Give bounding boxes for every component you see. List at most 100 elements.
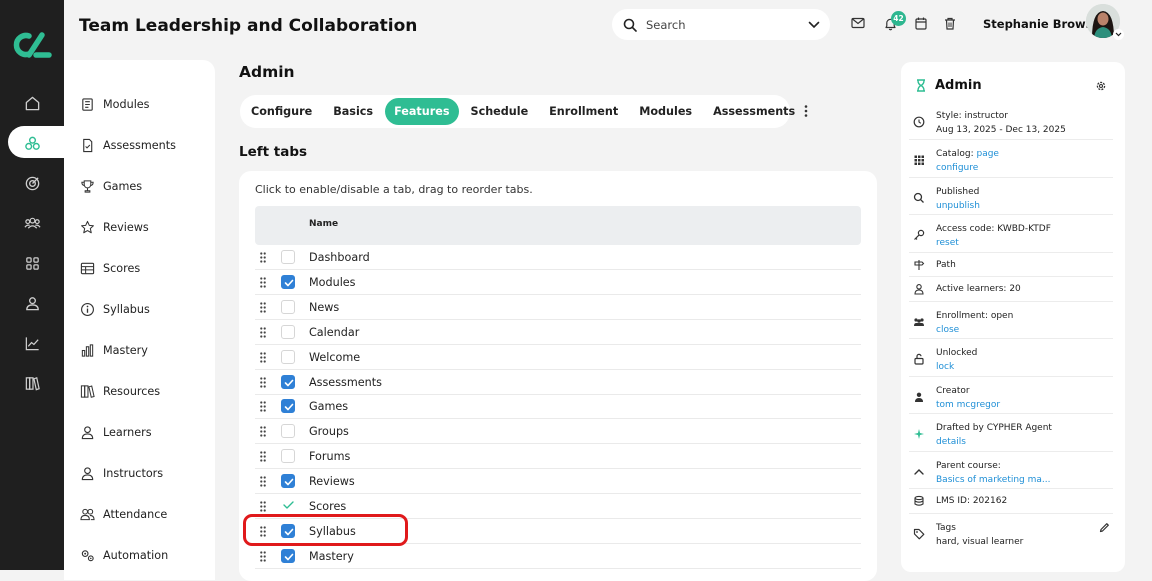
- tab-enrollment[interactable]: Enrollment: [540, 98, 627, 125]
- panel-link[interactable]: reset: [936, 238, 959, 248]
- brand-logo-icon[interactable]: [12, 30, 52, 60]
- grid-icon[interactable]: [0, 247, 64, 279]
- drag-handle-icon[interactable]: [260, 451, 266, 462]
- panel-link[interactable]: close: [936, 325, 959, 335]
- tab-checkbox[interactable]: [281, 449, 295, 464]
- sidebar-item-label: Mastery: [103, 343, 148, 357]
- drag-handle-icon[interactable]: [260, 426, 266, 437]
- drag-handle-icon[interactable]: [260, 476, 266, 487]
- tab-checkbox[interactable]: [281, 474, 295, 489]
- tab-checkbox[interactable]: [281, 374, 295, 389]
- drag-handle-icon[interactable]: [260, 376, 266, 388]
- sidebar-item-attendance[interactable]: Attendance: [80, 504, 167, 524]
- panel-row-label: Parent course:: [936, 461, 1001, 471]
- tab-checkbox[interactable]: [281, 299, 295, 314]
- table-row[interactable]: Calendar: [255, 320, 861, 345]
- tab-assessments[interactable]: Assessments: [704, 98, 804, 125]
- tab-schedule[interactable]: Schedule: [462, 98, 538, 125]
- table-row[interactable]: Modules: [255, 270, 861, 295]
- sidebar-item-mastery[interactable]: Mastery: [80, 340, 148, 360]
- modules-icon: [82, 97, 93, 111]
- panel-row: Unlocked lock: [909, 339, 1113, 377]
- tab-checkbox[interactable]: [281, 548, 295, 563]
- sidebar-item-reviews[interactable]: Reviews: [80, 217, 149, 237]
- drag-handle-icon[interactable]: [260, 302, 266, 313]
- tab-basics[interactable]: Basics: [324, 98, 382, 125]
- sidebar-item-modules[interactable]: Modules: [80, 94, 150, 114]
- sidebar-item-label: Instructors: [103, 466, 164, 480]
- panel-row: Enrollment: open close: [909, 302, 1113, 339]
- chart-icon[interactable]: [0, 327, 64, 359]
- drag-handle-icon[interactable]: [260, 252, 266, 263]
- table-row[interactable]: News: [255, 295, 861, 320]
- tab-checkbox[interactable]: [281, 324, 295, 339]
- sidebar-item-automation[interactable]: Automation: [80, 545, 168, 565]
- panel-row: Parent course: Basics of marketing ma...: [909, 452, 1113, 489]
- drag-handle-icon[interactable]: [260, 401, 266, 412]
- tab-checkbox[interactable]: [281, 399, 295, 414]
- person-icon[interactable]: [0, 287, 64, 319]
- table-row[interactable]: Dashboard: [255, 245, 861, 270]
- search-input[interactable]: Search: [612, 9, 830, 40]
- table-row[interactable]: Reviews: [255, 469, 861, 495]
- sparkle-icon: [913, 428, 925, 440]
- home-icon[interactable]: [0, 87, 64, 119]
- panel-row-label: Style: instructor: [936, 111, 1009, 121]
- tab-checkbox[interactable]: [281, 250, 295, 264]
- settings-gear-icon[interactable]: [1095, 80, 1107, 92]
- table-row[interactable]: Groups: [255, 419, 861, 445]
- tab-modules[interactable]: Modules: [630, 98, 701, 125]
- chevron-down-icon[interactable]: [808, 21, 820, 29]
- sidebar-item-syllabus[interactable]: Syllabus: [80, 299, 150, 319]
- table-row[interactable]: Mastery: [255, 544, 861, 569]
- target-icon[interactable]: [0, 167, 64, 199]
- people-icon[interactable]: [0, 207, 64, 239]
- panel-row-label: Enrollment: open: [936, 311, 1014, 321]
- table-row[interactable]: Assessments: [255, 370, 861, 395]
- panel-link[interactable]: page: [976, 149, 998, 159]
- calendar-icon[interactable]: [915, 17, 927, 30]
- drag-handle-icon[interactable]: [260, 551, 266, 562]
- table-row[interactable]: Forums: [255, 444, 861, 470]
- column-header-name[interactable]: Name: [309, 219, 338, 229]
- tab-configure[interactable]: Configure: [242, 98, 321, 125]
- tab-checkbox[interactable]: [281, 424, 295, 439]
- drag-handle-icon[interactable]: [260, 501, 266, 512]
- more-vertical-icon[interactable]: [801, 104, 811, 118]
- tab-features[interactable]: Features: [385, 98, 459, 125]
- panel-link[interactable]: lock: [936, 362, 954, 372]
- tab-checkbox[interactable]: [281, 349, 295, 364]
- admin-info-panel: Admin Style: instructor Aug 13, 2025 - De…: [901, 62, 1125, 572]
- tab-checkbox[interactable]: [281, 274, 295, 289]
- panel-row: Creator tom mcgregor: [909, 377, 1113, 414]
- panel-link[interactable]: unpublish: [936, 201, 980, 211]
- admin-tabs: Configure Basics Features Schedule Enrol…: [240, 95, 795, 128]
- app-rail: [0, 0, 64, 570]
- trash-icon[interactable]: [944, 17, 956, 30]
- tab-name: Scores: [309, 500, 347, 513]
- panel-link[interactable]: configure: [936, 163, 978, 173]
- database-icon: [913, 495, 925, 507]
- sidebar-item-scores[interactable]: Scores: [80, 258, 140, 278]
- sidebar-item-instructors[interactable]: Instructors: [80, 463, 163, 483]
- drag-handle-icon[interactable]: [260, 277, 266, 288]
- sidebar-item-learners[interactable]: Learners: [80, 422, 152, 442]
- sidebar-item-assessments[interactable]: Assessments: [80, 135, 176, 155]
- panel-link[interactable]: tom mcgregor: [936, 400, 1000, 410]
- panel-link[interactable]: Basics of marketing ma...: [936, 475, 1051, 485]
- panel-link[interactable]: details: [936, 437, 966, 447]
- sidebar-item-games[interactable]: Games: [80, 176, 142, 196]
- avatar-chevron-icon[interactable]: [1113, 29, 1124, 40]
- table-row[interactable]: Welcome: [255, 345, 861, 370]
- drag-handle-icon[interactable]: [260, 327, 266, 338]
- table-row[interactable]: Games: [255, 394, 861, 420]
- table-icon: [80, 262, 95, 274]
- sidebar-item-resources[interactable]: Resources: [80, 381, 160, 401]
- library-icon[interactable]: [0, 367, 64, 399]
- drag-handle-icon[interactable]: [260, 351, 266, 363]
- edit-pencil-icon[interactable]: [1099, 522, 1110, 533]
- sidebar-item-label: Games: [103, 179, 143, 193]
- courses-icon[interactable]: [0, 127, 64, 159]
- mail-icon[interactable]: [851, 17, 865, 29]
- panel-row: Catalog: page configure: [909, 140, 1113, 178]
